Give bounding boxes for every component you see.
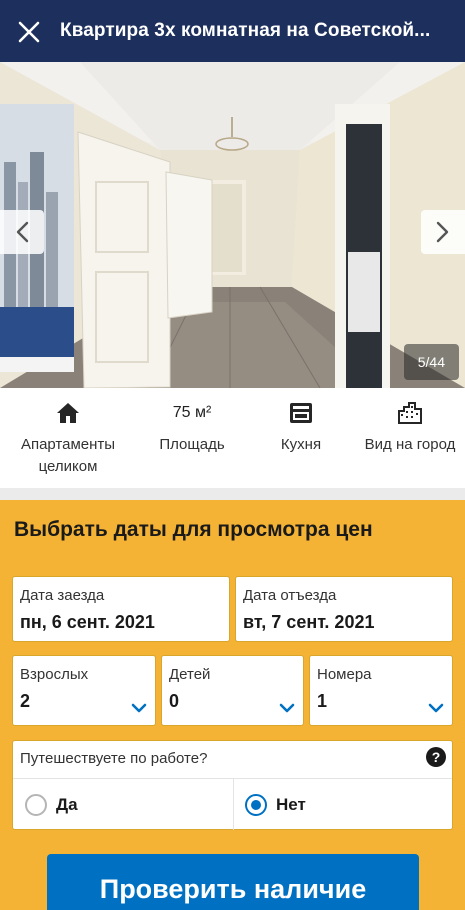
work-trip-yes-radio[interactable]: Да	[13, 778, 233, 830]
facility-label: Площадь	[159, 436, 225, 453]
radio-label: Нет	[276, 795, 306, 814]
facility-entire-apartment: Апартаменты целиком	[10, 400, 126, 478]
house-icon	[10, 400, 126, 426]
booking-heading: Выбрать даты для просмотра цен	[14, 518, 373, 541]
area-value: 75 м²	[172, 404, 212, 421]
checkout-label: Дата отъезда	[243, 587, 337, 604]
city-view-icon	[352, 400, 465, 426]
checkout-value: вт, 7 сент. 2021	[243, 612, 375, 632]
facilities-row: Апартаменты целиком 75 м² Площадь Кухня	[0, 388, 465, 488]
apartment-photo	[0, 62, 465, 388]
chevron-down-icon	[131, 703, 147, 713]
children-select[interactable]: Детей 0	[161, 655, 304, 726]
checkin-date-field[interactable]: Дата заезда пн, 6 сент. 2021	[12, 576, 230, 642]
page-title: Квартира 3х комнатная на Советской...	[60, 20, 431, 41]
rooms-value: 1	[317, 691, 328, 711]
facility-area: 75 м² Площадь	[134, 400, 250, 456]
children-value: 0	[169, 691, 180, 711]
chevron-down-icon	[279, 703, 295, 713]
radio-circle	[25, 794, 47, 816]
facility-label: Апартаменты целиком	[20, 436, 116, 475]
adults-value: 2	[20, 691, 31, 711]
work-trip-question: Путешествуете по работе?	[20, 750, 208, 767]
facility-label: Кухня	[280, 436, 322, 453]
help-icon[interactable]: ?	[426, 747, 446, 767]
booking-form: Выбрать даты для просмотра цен Дата заез…	[0, 500, 465, 910]
chevron-right-icon	[436, 221, 449, 243]
close-icon[interactable]	[16, 19, 42, 45]
photo-counter: 5/44	[403, 344, 459, 380]
rooms-select[interactable]: Номера 1	[309, 655, 453, 726]
facility-label: Вид на город	[364, 436, 456, 453]
radio-circle	[245, 794, 267, 816]
previous-photo-button[interactable]	[0, 210, 44, 254]
photo-gallery[interactable]: 5/44	[0, 62, 465, 388]
facility-city-view: Вид на город	[352, 400, 465, 456]
radio-label: Да	[56, 795, 78, 814]
facility-kitchen: Кухня	[243, 400, 359, 456]
adults-select[interactable]: Взрослых 2	[12, 655, 156, 726]
adults-label: Взрослых	[20, 666, 89, 683]
rooms-label: Номера	[317, 666, 372, 683]
checkin-value: пн, 6 сент. 2021	[20, 612, 155, 632]
check-availability-button[interactable]: Проверить наличие	[47, 854, 419, 910]
checkout-date-field[interactable]: Дата отъезда вт, 7 сент. 2021	[235, 576, 453, 642]
work-trip-box: Путешествуете по работе? ? Да Нет	[12, 740, 453, 830]
kitchen-icon	[243, 400, 359, 426]
next-photo-button[interactable]	[421, 210, 465, 254]
work-trip-no-radio[interactable]: Нет	[233, 778, 453, 830]
chevron-left-icon	[16, 221, 29, 243]
chevron-down-icon	[428, 703, 444, 713]
children-label: Детей	[169, 666, 211, 683]
top-bar: Квартира 3х комнатная на Советской...	[0, 0, 465, 62]
checkin-label: Дата заезда	[20, 587, 105, 604]
section-divider	[0, 488, 465, 500]
